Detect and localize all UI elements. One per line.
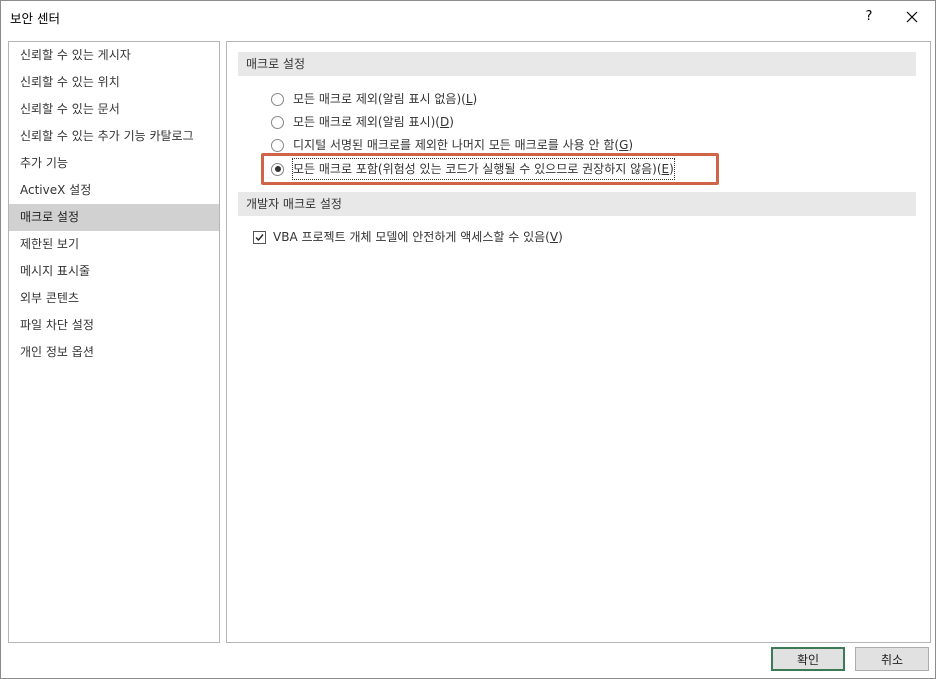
window-title: 보안 센터: [10, 11, 60, 26]
vba-access-checkbox-row[interactable]: VBA 프로젝트 개체 모델에 안전하게 액세스할 수 있음(V): [253, 227, 563, 247]
title-bar: 보안 센터 ?: [1, 1, 935, 32]
radio-button[interactable]: [271, 138, 284, 152]
sidebar-item-file-block[interactable]: 파일 차단 설정: [9, 312, 219, 339]
option-label: 모든 매크로 제외(알림 표시 없음)(L): [293, 92, 478, 106]
radio-disable-except-signed[interactable]: 디지털 서명된 매크로를 제외한 나머지 모든 매크로를 사용 안 함(G): [271, 135, 633, 155]
ok-button[interactable]: 확인: [771, 647, 845, 671]
help-button[interactable]: ?: [847, 1, 891, 32]
radio-disable-with-notification[interactable]: 모든 매크로 제외(알림 표시)(D): [271, 112, 454, 132]
sidebar-item-external-content[interactable]: 외부 콘텐츠: [9, 285, 219, 312]
sidebar-item-addins[interactable]: 추가 기능: [9, 150, 219, 177]
checkmark-icon: [255, 233, 264, 241]
vba-access-checkbox[interactable]: [253, 230, 266, 244]
option-label: 모든 매크로 제외(알림 표시)(D): [293, 115, 454, 129]
sidebar-item-trusted-locations[interactable]: 신뢰할 수 있는 위치: [9, 69, 219, 96]
vba-access-label: VBA 프로젝트 개체 모델에 안전하게 액세스할 수 있음(V): [273, 230, 563, 244]
sidebar-item-protected-view[interactable]: 제한된 보기: [9, 231, 219, 258]
close-button[interactable]: [890, 1, 934, 32]
radio-button[interactable]: [271, 115, 284, 129]
radio-disable-no-notification[interactable]: 모든 매크로 제외(알림 표시 없음)(L): [271, 89, 477, 109]
category-sidebar: 신뢰할 수 있는 게시자 신뢰할 수 있는 위치 신뢰할 수 있는 문서 신뢰할…: [8, 41, 220, 643]
sidebar-item-trusted-publishers[interactable]: 신뢰할 수 있는 게시자: [9, 42, 219, 69]
close-icon: [906, 11, 918, 22]
sidebar-item-message-bar[interactable]: 메시지 표시줄: [9, 258, 219, 285]
sidebar-item-trusted-addin-catalogs[interactable]: 신뢰할 수 있는 추가 기능 카탈로그: [9, 123, 219, 150]
sidebar-item-privacy-options[interactable]: 개인 정보 옵션: [9, 339, 219, 366]
developer-settings-header: 개발자 매크로 설정: [238, 192, 916, 216]
sidebar-item-macro-settings[interactable]: 매크로 설정: [9, 204, 219, 231]
sidebar-item-activex[interactable]: ActiveX 설정: [9, 177, 219, 204]
radio-button[interactable]: [271, 92, 284, 106]
macro-settings-header: 매크로 설정: [238, 52, 916, 76]
sidebar-item-trusted-documents[interactable]: 신뢰할 수 있는 문서: [9, 96, 219, 123]
radio-button-checked[interactable]: [271, 162, 284, 176]
help-icon: ?: [865, 9, 873, 24]
trust-center-dialog: 보안 센터 ? 신뢰할 수 있는 게시자 신뢰할 수 있는 위치 신뢰할 수 있…: [0, 0, 936, 679]
cancel-button[interactable]: 취소: [855, 647, 929, 671]
radio-enable-all[interactable]: 모든 매크로 포함(위험성 있는 코드가 실행될 수 있으므로 권장하지 않음)…: [271, 158, 675, 180]
option-label: 디지털 서명된 매크로를 제외한 나머지 모든 매크로를 사용 안 함(G): [293, 138, 634, 152]
option-label: 모든 매크로 포함(위험성 있는 코드가 실행될 수 있으므로 권장하지 않음)…: [292, 158, 675, 180]
settings-panel: 매크로 설정 모든 매크로 제외(알림 표시 없음)(L) 모든 매크로 제외(…: [226, 41, 931, 643]
